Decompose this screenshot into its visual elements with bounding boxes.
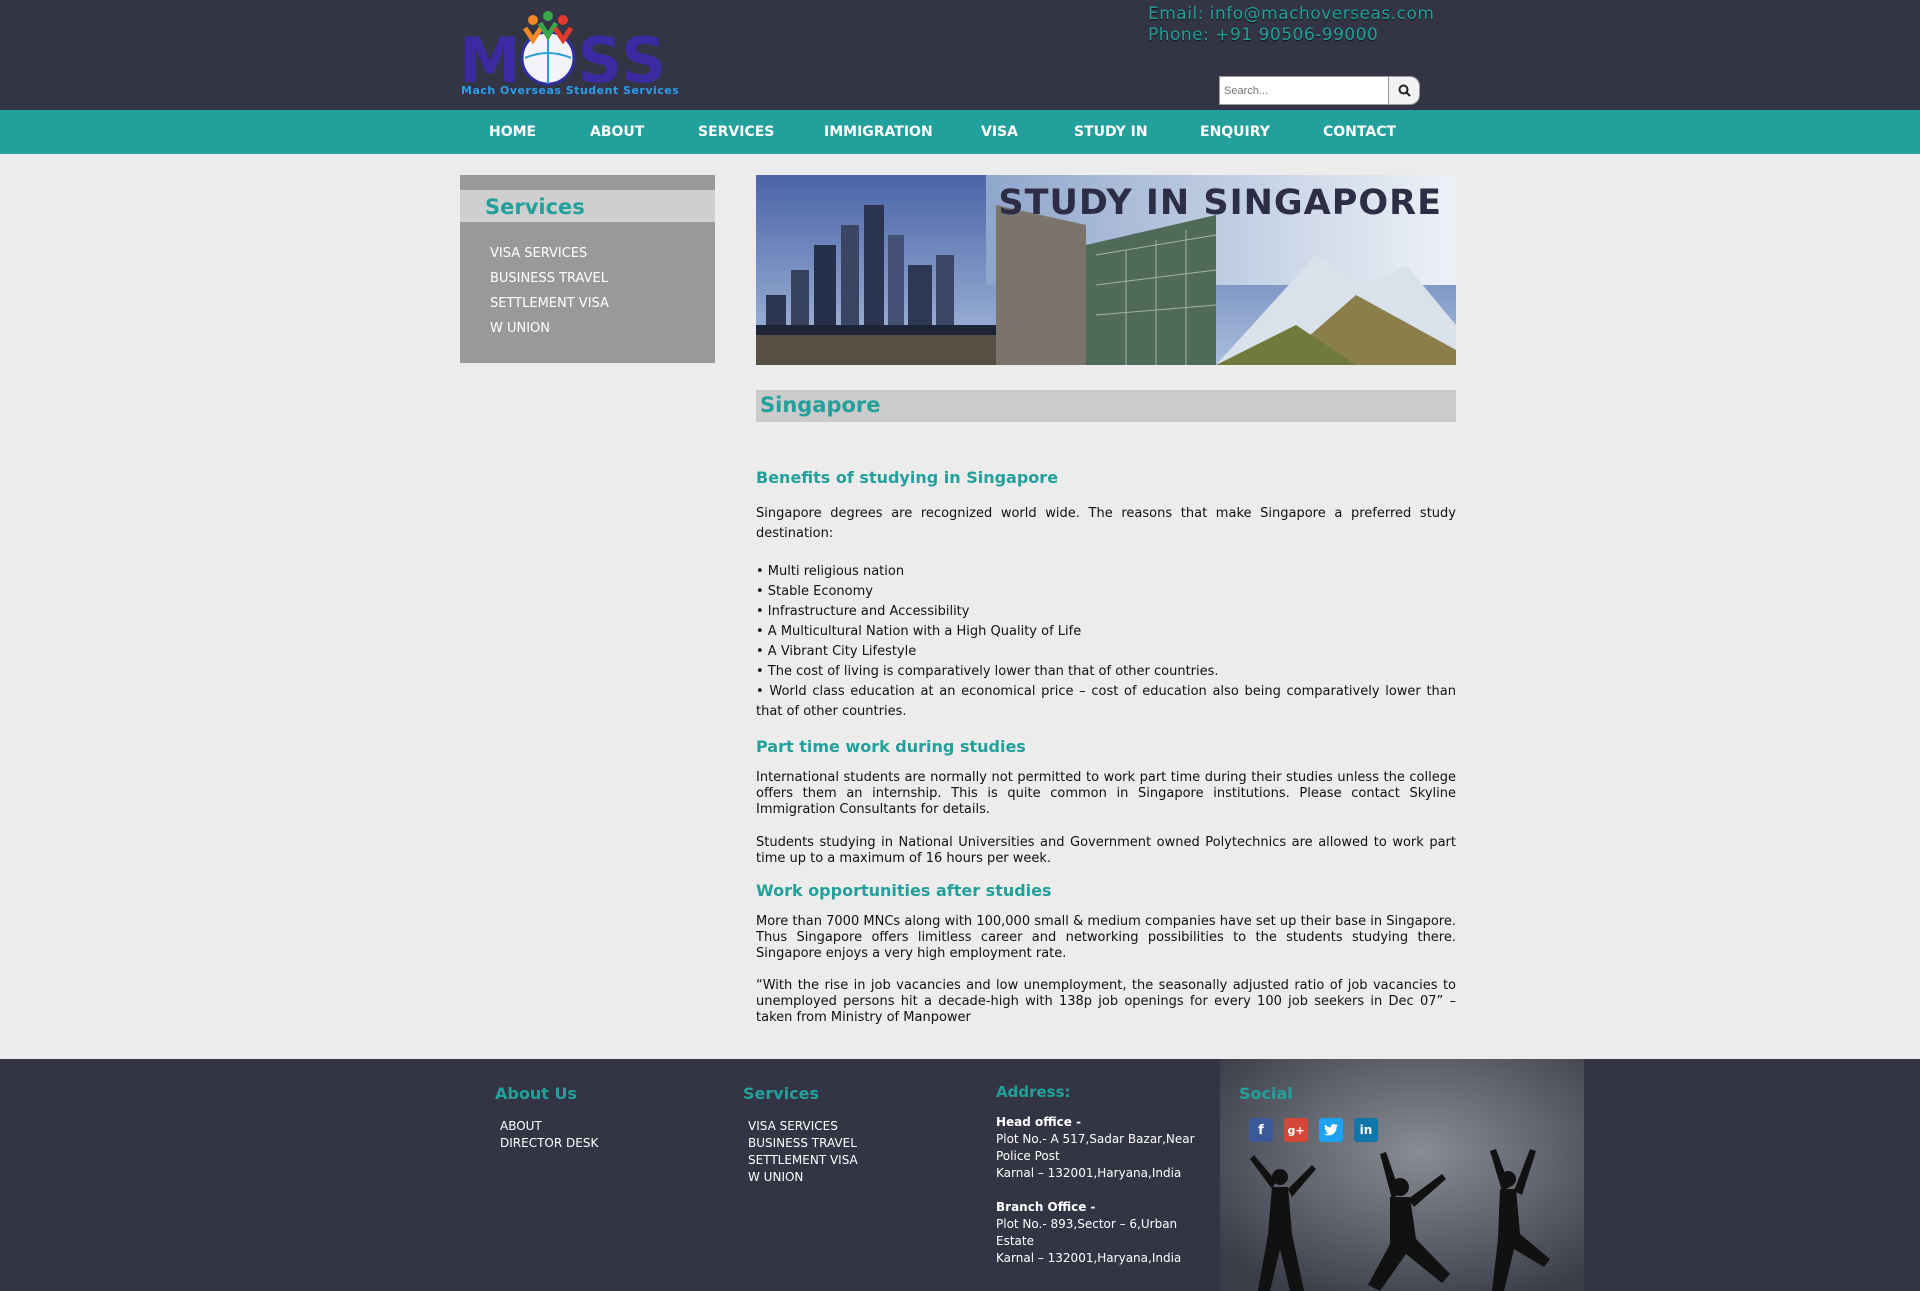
footer-about-title: About Us	[495, 1084, 577, 1103]
footer-link-director-desk[interactable]: DIRECTOR DESK	[500, 1135, 598, 1152]
sidebar-item-visa-services[interactable]: VISA SERVICES	[490, 246, 609, 271]
twitter-icon[interactable]	[1319, 1118, 1343, 1142]
list-item: • Multi religious nation	[756, 564, 905, 579]
footer-link-settlement-visa[interactable]: SETTLEMENT VISA	[748, 1152, 858, 1169]
footer-branch-office: Branch Office - Plot No.- 893,Sector – 6…	[996, 1199, 1204, 1267]
nav-visa[interactable]: VISA	[981, 110, 1018, 154]
work-quote: “With the rise in job vacancies and low …	[756, 978, 1456, 1025]
footer-services-title: Services	[743, 1084, 820, 1103]
search-bar	[1219, 76, 1420, 105]
nav-contact[interactable]: CONTACT	[1323, 110, 1396, 154]
footer-social-title: Social	[1239, 1084, 1293, 1103]
benefits-intro: Singapore degrees are recognized world w…	[756, 506, 1456, 541]
list-item: • A Multicultural Nation with a High Qua…	[756, 624, 1082, 639]
benefits-list: • Multi religious nation • Stable Econom…	[756, 562, 1456, 722]
nav-enquiry[interactable]: ENQUIRY	[1200, 110, 1270, 154]
nav-home[interactable]: HOME	[489, 110, 536, 154]
page-title: Singapore	[760, 393, 881, 417]
header-email[interactable]: Email: info@machoverseas.com	[1148, 4, 1435, 24]
head-office-label: Head office -	[996, 1115, 1082, 1129]
twitter-bird-glyph	[1324, 1124, 1338, 1136]
footer-link-about[interactable]: ABOUT	[500, 1118, 598, 1135]
sidebar-title: Services	[485, 195, 585, 219]
list-item: • Infrastructure and Accessibility	[756, 604, 970, 619]
footer-link-business-travel[interactable]: BUSINESS TRAVEL	[748, 1135, 858, 1152]
services-sidebar: Services VISA SERVICES BUSINESS TRAVEL S…	[460, 175, 715, 363]
nav-services[interactable]: SERVICES	[698, 110, 774, 154]
main-nav: HOME ABOUT SERVICES IMMIGRATION VISA STU…	[0, 110, 1920, 154]
nav-study-in[interactable]: STUDY IN	[1074, 110, 1148, 154]
search-input[interactable]	[1219, 76, 1389, 105]
branch-office-line1: Plot No.- 893,Sector – 6,Urban Estate	[996, 1217, 1178, 1248]
parttime-paragraph-1: International students are normally not …	[756, 770, 1456, 817]
footer-link-visa-services[interactable]: VISA SERVICES	[748, 1118, 858, 1135]
list-item: • The cost of living is comparatively lo…	[756, 664, 1219, 679]
work-paragraph-1: More than 7000 MNCs along with 100,000 s…	[756, 914, 1456, 961]
head-office-line1: Plot No.- A 517,Sadar Bazar,Near Police …	[996, 1132, 1195, 1163]
work-heading: Work opportunities after studies	[756, 881, 1052, 900]
nav-immigration[interactable]: IMMIGRATION	[824, 110, 933, 154]
site-header: MOSS Mach Overseas Student Services Emai…	[0, 0, 1920, 110]
sidebar-item-settlement-visa[interactable]: SETTLEMENT VISA	[490, 296, 609, 321]
sidebar-item-business-travel[interactable]: BUSINESS TRAVEL	[490, 271, 609, 296]
list-item: • World class education at an economical…	[756, 684, 1456, 719]
site-footer	[0, 1059, 1920, 1291]
sidebar-item-w-union[interactable]: W UNION	[490, 321, 609, 346]
header-phone[interactable]: Phone: +91 90506-99000	[1148, 25, 1378, 45]
linkedin-icon[interactable]: in	[1354, 1118, 1378, 1142]
footer-head-office: Head office - Plot No.- A 517,Sadar Baza…	[996, 1114, 1204, 1182]
sidebar-menu: VISA SERVICES BUSINESS TRAVEL SETTLEMENT…	[490, 246, 609, 346]
site-logo[interactable]: MOSS Mach Overseas Student Services	[459, 8, 679, 100]
page-title-bar: Singapore	[756, 390, 1456, 422]
footer-link-w-union[interactable]: W UNION	[748, 1169, 858, 1186]
logo-tagline: Mach Overseas Student Services	[461, 84, 680, 97]
footer-address-title: Address:	[996, 1083, 1071, 1101]
logo-people-icon	[520, 11, 576, 86]
google-plus-icon[interactable]: g+	[1284, 1118, 1308, 1142]
branch-office-line2: Karnal – 132001,Haryana,India	[996, 1251, 1182, 1265]
footer-services-links: VISA SERVICES BUSINESS TRAVEL SETTLEMENT…	[748, 1118, 858, 1186]
facebook-icon[interactable]: f	[1249, 1118, 1273, 1142]
list-item: • A Vibrant City Lifestyle	[756, 644, 917, 659]
banner-title: STUDY IN SINGAPORE	[998, 183, 1442, 223]
list-item: • Stable Economy	[756, 584, 873, 599]
head-office-line2: Karnal – 132001,Haryana,India	[996, 1166, 1182, 1180]
footer-about-links: ABOUT DIRECTOR DESK	[500, 1118, 598, 1152]
nav-about[interactable]: ABOUT	[590, 110, 644, 154]
parttime-heading: Part time work during studies	[756, 737, 1026, 756]
parttime-paragraph-2: Students studying in National Universiti…	[756, 835, 1456, 866]
search-button[interactable]	[1389, 76, 1420, 105]
branch-office-label: Branch Office -	[996, 1200, 1096, 1214]
benefits-heading: Benefits of studying in Singapore	[756, 468, 1059, 487]
study-banner: STUDY IN SINGAPORE	[756, 175, 1456, 365]
search-icon	[1398, 84, 1411, 97]
